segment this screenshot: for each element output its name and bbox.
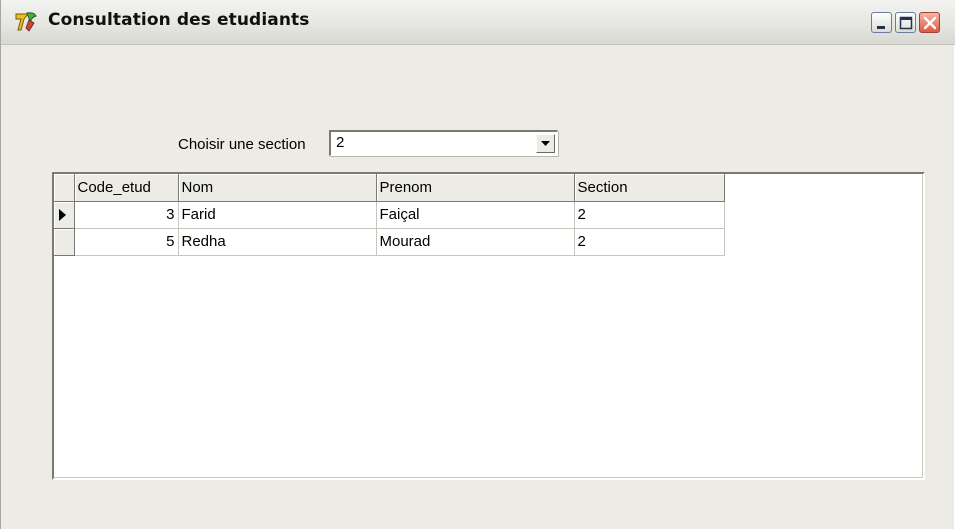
grid-corner-cell bbox=[54, 174, 75, 202]
current-row-arrow-icon bbox=[59, 208, 66, 221]
cell-section[interactable]: 2 bbox=[574, 228, 725, 256]
section-dropdown[interactable]: 2 bbox=[329, 130, 558, 156]
application-window: Consultation des etudiants Choisir une s… bbox=[0, 0, 955, 529]
app-icon bbox=[14, 10, 38, 34]
window-title: Consultation des etudiants bbox=[48, 10, 310, 30]
title-bar[interactable]: Consultation des etudiants bbox=[1, 0, 955, 45]
cell-nom[interactable]: Farid bbox=[178, 201, 377, 229]
column-header-section[interactable]: Section bbox=[574, 174, 725, 202]
close-icon bbox=[923, 16, 937, 30]
minimize-icon bbox=[877, 26, 885, 29]
cell-code-etud[interactable]: 5 bbox=[74, 228, 179, 256]
minimize-button[interactable] bbox=[871, 12, 892, 33]
column-header-nom[interactable]: Nom bbox=[178, 174, 377, 202]
cell-prenom[interactable]: Mourad bbox=[376, 228, 575, 256]
column-header-prenom[interactable]: Prenom bbox=[376, 174, 575, 202]
section-label: Choisir une section bbox=[178, 136, 306, 153]
cell-code-etud[interactable]: 3 bbox=[74, 201, 179, 229]
maximize-icon bbox=[899, 16, 913, 30]
grid-header-row: Code_etud Nom Prenom Section bbox=[54, 174, 725, 202]
close-button[interactable] bbox=[919, 12, 940, 33]
table-row[interactable]: 3 Farid Faiçal 2 bbox=[54, 201, 725, 229]
maximize-button[interactable] bbox=[895, 12, 916, 33]
column-header-code-etud[interactable]: Code_etud bbox=[74, 174, 179, 202]
chevron-down-icon bbox=[541, 141, 550, 146]
table-row[interactable]: 5 Redha Mourad 2 bbox=[54, 228, 725, 256]
cell-prenom[interactable]: Faiçal bbox=[376, 201, 575, 229]
dropdown-button[interactable] bbox=[536, 134, 555, 153]
row-indicator[interactable] bbox=[54, 228, 75, 256]
row-indicator[interactable] bbox=[54, 201, 75, 229]
section-selected-value: 2 bbox=[336, 134, 345, 151]
cell-section[interactable]: 2 bbox=[574, 201, 725, 229]
students-grid[interactable]: Code_etud Nom Prenom Section 3 Farid Fai… bbox=[52, 172, 925, 480]
cell-nom[interactable]: Redha bbox=[178, 228, 377, 256]
